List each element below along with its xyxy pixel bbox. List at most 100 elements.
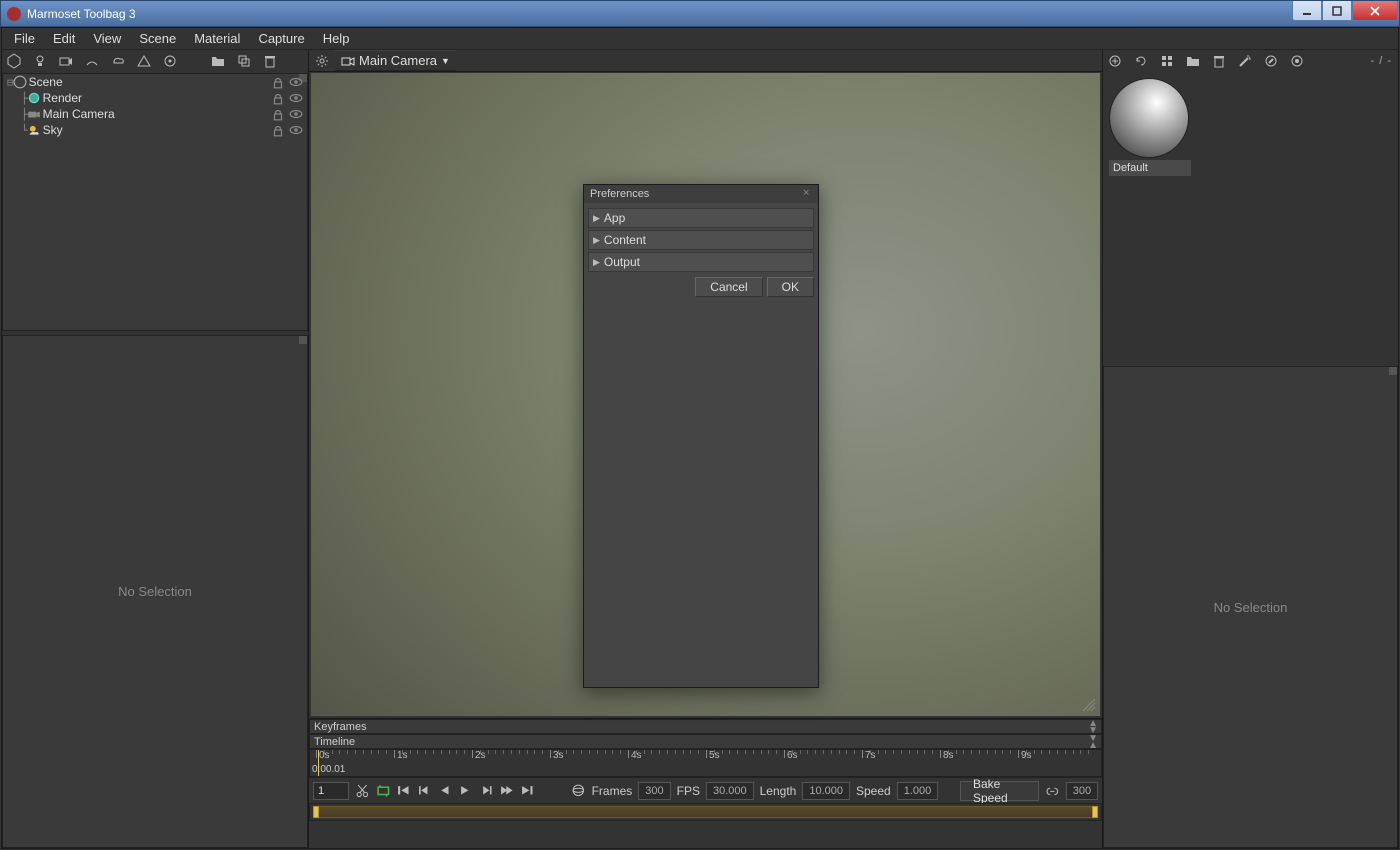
delete-icon[interactable] <box>262 53 278 69</box>
keyframes-label: Keyframes <box>314 721 367 733</box>
keyframes-header[interactable]: Keyframes ▲▼ <box>309 719 1102 734</box>
add-fog-icon[interactable] <box>110 53 126 69</box>
resize-handle-icon[interactable] <box>1082 698 1096 712</box>
material-swatch[interactable] <box>1109 78 1189 158</box>
visibility-icon[interactable] <box>289 91 303 105</box>
menu-capture[interactable]: Capture <box>250 29 312 48</box>
add-mesh-icon[interactable] <box>6 53 22 69</box>
add-sky-icon[interactable] <box>136 53 152 69</box>
hierarchy-item[interactable]: └ Sky <box>3 122 307 138</box>
prev-frame-icon[interactable] <box>417 782 432 800</box>
length-label: Length <box>760 784 797 798</box>
window-minimize-button[interactable] <box>1292 1 1322 21</box>
current-frame-input[interactable]: 1 <box>313 782 349 800</box>
hierarchy-panel[interactable]: ⊟ Scene ├ Render ├ Main Camera <box>2 73 308 331</box>
camera-icon <box>27 108 41 120</box>
collapse-icon[interactable]: ▼▲ <box>1088 735 1098 749</box>
menu-scene[interactable]: Scene <box>131 29 184 48</box>
grid-icon[interactable] <box>1159 53 1175 69</box>
menu-view[interactable]: View <box>85 29 129 48</box>
cut-icon[interactable] <box>355 782 370 800</box>
lock-icon[interactable] <box>271 123 285 137</box>
folder-icon[interactable] <box>1185 53 1201 69</box>
skip-start-icon[interactable] <box>396 782 411 800</box>
prefs-section-app[interactable]: ▶App <box>588 208 814 228</box>
menu-material[interactable]: Material <box>186 29 248 48</box>
add-light-icon[interactable] <box>32 53 48 69</box>
speed-input[interactable]: 1.000 <box>897 782 939 800</box>
hierarchy-item[interactable]: ├ Render <box>3 90 307 106</box>
window-close-button[interactable] <box>1352 1 1398 21</box>
hierarchy-root[interactable]: ⊟ Scene <box>3 74 307 90</box>
visibility-icon[interactable] <box>289 107 303 121</box>
bake-frames-input[interactable]: 300 <box>1066 782 1098 800</box>
viewport-settings-icon[interactable] <box>315 54 329 68</box>
right-panel: - / - Default No Selection <box>1102 50 1398 848</box>
add-material-icon[interactable] <box>1107 53 1123 69</box>
play-icon[interactable] <box>458 782 473 800</box>
prefs-section-output[interactable]: ▶Output <box>588 252 814 272</box>
bake-speed-button[interactable]: Bake Speed <box>960 781 1039 801</box>
sphere-icon[interactable] <box>571 782 586 800</box>
hierarchy-root-label: Scene <box>29 75 63 89</box>
preferences-titlebar[interactable]: Preferences × <box>584 185 818 203</box>
speed-label: Speed <box>856 784 891 798</box>
menubar: File Edit View Scene Material Capture He… <box>2 28 1398 50</box>
folder-icon[interactable] <box>210 53 226 69</box>
collapse-icon[interactable]: ▲▼ <box>1088 720 1098 734</box>
add-shadow-icon[interactable] <box>84 53 100 69</box>
prefs-section-label: Output <box>604 255 640 269</box>
lock-icon[interactable] <box>271 75 285 89</box>
scroll-handle[interactable] <box>299 336 307 344</box>
sky-icon <box>27 124 41 136</box>
material-name-label[interactable]: Default <box>1109 160 1191 176</box>
duplicate-icon[interactable] <box>236 53 252 69</box>
scroll-handle[interactable] <box>1389 367 1397 375</box>
fps-label: FPS <box>677 784 700 798</box>
link-icon[interactable] <box>1045 782 1060 800</box>
timeline-controls: 1 Frames 300 FPS 30.000 Lengt <box>309 777 1102 803</box>
refresh-icon[interactable] <box>1133 53 1149 69</box>
viewport-header: Main Camera ▼ <box>309 50 1102 72</box>
next-frame-icon[interactable] <box>479 782 494 800</box>
play-reverse-icon[interactable] <box>437 782 452 800</box>
fps-input[interactable]: 30.000 <box>706 782 754 800</box>
next-key-icon[interactable] <box>499 782 514 800</box>
camera-selector[interactable]: Main Camera ▼ <box>335 50 456 71</box>
timeline-header[interactable]: Timeline ▼▲ <box>309 734 1102 749</box>
cancel-button[interactable]: Cancel <box>695 277 762 297</box>
marker-icon[interactable] <box>1263 53 1279 69</box>
window-maximize-button[interactable] <box>1322 1 1352 21</box>
object-toolbar <box>2 50 308 72</box>
wand-icon[interactable] <box>1237 53 1253 69</box>
length-input[interactable]: 10.000 <box>802 782 850 800</box>
timeline-range[interactable] <box>314 806 1097 818</box>
range-start-handle[interactable] <box>313 806 319 818</box>
lock-icon[interactable] <box>271 91 285 105</box>
hierarchy-item[interactable]: ├ Main Camera <box>3 106 307 122</box>
loop-icon[interactable] <box>376 782 391 800</box>
preferences-dialog[interactable]: Preferences × ▶App ▶Content ▶Output Canc… <box>583 184 819 688</box>
visibility-icon[interactable] <box>289 123 303 137</box>
menu-edit[interactable]: Edit <box>45 29 83 48</box>
close-icon[interactable]: × <box>803 187 815 199</box>
prefs-section-content[interactable]: ▶Content <box>588 230 814 250</box>
frames-input[interactable]: 300 <box>638 782 670 800</box>
skip-end-icon[interactable] <box>520 782 535 800</box>
timeline-track[interactable] <box>309 803 1102 821</box>
camera-selector-label: Main Camera <box>359 53 437 68</box>
add-camera-icon[interactable] <box>58 53 74 69</box>
window-titlebar[interactable]: Marmoset Toolbag 3 <box>0 0 1400 27</box>
menu-help[interactable]: Help <box>315 29 358 48</box>
timeline-ruler[interactable]: 0:00.01 0s1s2s3s4s5s6s7s8s9s <box>309 749 1102 777</box>
prefs-section-label: App <box>604 211 625 225</box>
menu-file[interactable]: File <box>6 29 43 48</box>
visibility-icon[interactable] <box>289 75 303 89</box>
material-toolbar: - / - <box>1103 50 1398 72</box>
delete-icon[interactable] <box>1211 53 1227 69</box>
ok-button[interactable]: OK <box>767 277 814 297</box>
add-turntable-icon[interactable] <box>162 53 178 69</box>
target-icon[interactable] <box>1289 53 1305 69</box>
lock-icon[interactable] <box>271 107 285 121</box>
range-end-handle[interactable] <box>1092 806 1098 818</box>
